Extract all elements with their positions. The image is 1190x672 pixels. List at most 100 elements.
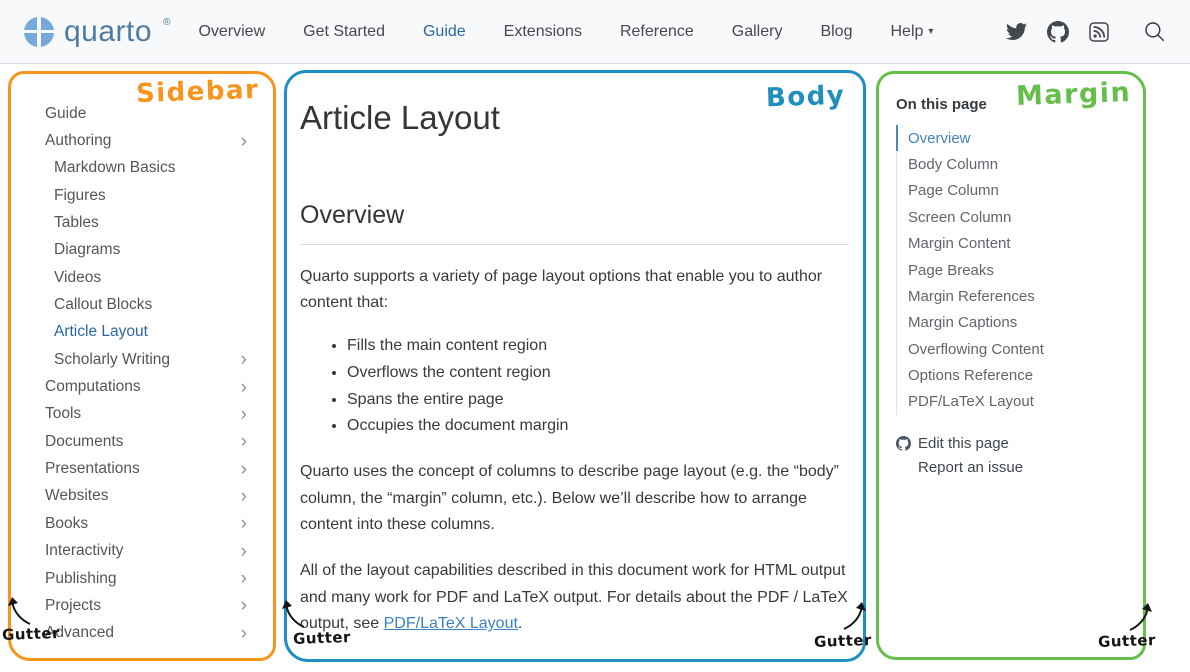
chevron-right-icon: › bbox=[241, 132, 247, 151]
nav-link[interactable]: Guide▾ bbox=[423, 23, 466, 41]
gutter-arrow-icon bbox=[840, 602, 866, 630]
chevron-right-icon: › bbox=[241, 596, 247, 615]
github-icon[interactable] bbox=[1047, 21, 1069, 43]
nav-link-label: Guide bbox=[423, 23, 466, 40]
nav-link[interactable]: Blog▾ bbox=[820, 23, 852, 41]
chevron-right-icon: › bbox=[241, 569, 247, 588]
sidebar-item[interactable]: Tools› bbox=[45, 401, 251, 428]
chevron-right-icon: › bbox=[241, 432, 247, 451]
toc-item[interactable]: Page Column bbox=[896, 178, 1131, 204]
sidebar-item[interactable]: Advanced› bbox=[45, 620, 251, 647]
sidebar-item[interactable]: Callout Blocks› bbox=[45, 291, 251, 318]
sidebar-item[interactable]: Projects › bbox=[45, 592, 251, 619]
toc-item[interactable]: Margin Captions bbox=[896, 310, 1131, 336]
toc-item[interactable]: Page Breaks bbox=[896, 257, 1131, 283]
paragraph: All of the layout capabilities described… bbox=[300, 558, 849, 638]
toc-extra: Edit this page Report an issue bbox=[896, 432, 1131, 476]
edit-this-page-link[interactable]: Edit this page bbox=[896, 432, 1131, 455]
sidebar-item[interactable]: Article Layout› bbox=[45, 319, 251, 346]
sidebar-item[interactable]: Documents› bbox=[45, 428, 251, 455]
toc-item[interactable]: Options Reference bbox=[896, 362, 1131, 388]
toc-item[interactable]: Margin Content bbox=[896, 231, 1131, 257]
sidebar-item[interactable]: Books› bbox=[45, 510, 251, 537]
sidebar-item-label: Tables bbox=[54, 214, 99, 232]
sidebar-item[interactable]: Publishing › bbox=[45, 565, 251, 592]
nav-link-label: Help bbox=[890, 23, 923, 40]
paragraph-text: All of the layout capabilities described… bbox=[300, 562, 848, 632]
sidebar-item[interactable]: Interactivity› bbox=[45, 538, 251, 565]
sidebar-item[interactable]: Presentations› bbox=[45, 455, 251, 482]
list-item: Occupies the document margin bbox=[347, 413, 849, 440]
sidebar-item[interactable]: Videos› bbox=[45, 264, 251, 291]
paragraph: Quarto uses the concept of columns to de… bbox=[300, 459, 849, 539]
chevron-right-icon: › bbox=[241, 514, 247, 533]
nav-link[interactable]: Extensions▾ bbox=[504, 23, 582, 41]
github-icon bbox=[896, 436, 911, 451]
sidebar-item-label: Markdown Basics bbox=[54, 159, 175, 177]
toc-item[interactable]: Margin References bbox=[896, 283, 1131, 309]
list-item: Spans the entire page bbox=[347, 387, 849, 414]
sidebar-item-label: Authoring bbox=[45, 132, 111, 150]
page: quarto ® Overview▾ Get Started▾ Guide▾ E… bbox=[0, 0, 1190, 672]
nav-link[interactable]: Reference▾ bbox=[620, 23, 694, 41]
quarto-logo[interactable]: quarto ® bbox=[24, 14, 170, 50]
sidebar-item-label: Publishing bbox=[45, 570, 117, 588]
navbar-links: Overview▾ Get Started▾ Guide▾ Extensions… bbox=[198, 23, 933, 41]
chevron-right-icon: › bbox=[241, 624, 247, 643]
toc-item[interactable]: Body Column bbox=[896, 151, 1131, 177]
toc-item[interactable]: Screen Column bbox=[896, 204, 1131, 230]
nav-link[interactable]: Gallery▾ bbox=[732, 23, 783, 41]
report-an-issue-link[interactable]: Report an issue bbox=[896, 455, 1131, 476]
nav-link[interactable]: Overview▾ bbox=[198, 23, 265, 41]
nav-link[interactable]: Help ▾ bbox=[890, 23, 933, 41]
paragraph-text: . bbox=[518, 615, 522, 632]
top-navbar: quarto ® Overview▾ Get Started▾ Guide▾ E… bbox=[0, 0, 1190, 64]
navbar-icons bbox=[1006, 20, 1166, 43]
sidebar-item-label: Guide bbox=[45, 105, 86, 123]
sidebar-item-label: Presentations bbox=[45, 460, 140, 478]
sidebar-item[interactable]: Websites › bbox=[45, 483, 251, 510]
quarto-logo-icon bbox=[24, 17, 54, 47]
sidebar-item[interactable]: Guide› bbox=[45, 100, 251, 127]
sidebar-item[interactable]: Markdown Basics› bbox=[45, 155, 251, 182]
sidebar-item[interactable]: Diagrams› bbox=[45, 237, 251, 264]
nav-link-label: Reference bbox=[620, 23, 694, 40]
sidebar-item-label: Article Layout bbox=[54, 323, 148, 341]
sidebar-item[interactable]: Scholarly Writing› bbox=[45, 346, 251, 373]
sidebar-item-label: Websites bbox=[45, 487, 108, 505]
chevron-right-icon: › bbox=[241, 487, 247, 506]
search-icon[interactable] bbox=[1143, 20, 1166, 43]
sidebar-item[interactable]: Authoring › bbox=[45, 127, 251, 154]
nav-link-label: Blog bbox=[820, 23, 852, 40]
toc-item[interactable]: Overflowing Content bbox=[896, 336, 1131, 362]
toc-item[interactable]: Overview bbox=[896, 125, 1131, 151]
toc-item[interactable]: PDF/LaTeX Layout bbox=[896, 389, 1131, 415]
gutter-arrow-icon bbox=[8, 597, 34, 625]
sidebar-item[interactable]: Tables› bbox=[45, 209, 251, 236]
brand-name: quarto bbox=[64, 14, 152, 50]
edit-this-page-label: Edit this page bbox=[918, 435, 1009, 452]
nav-link-label: Extensions bbox=[504, 23, 582, 40]
toc: On this page Overview Body Column Page C… bbox=[896, 96, 1131, 476]
nav-link-label: Get Started bbox=[303, 23, 385, 40]
gutter-annotation: Gutter bbox=[1098, 631, 1156, 651]
sidebar-item-label: Figures bbox=[54, 187, 106, 205]
gutter-arrow-icon bbox=[282, 600, 308, 628]
page-title: Article Layout bbox=[300, 99, 849, 137]
chevron-down-icon: ▾ bbox=[928, 26, 933, 37]
rss-icon[interactable] bbox=[1089, 22, 1109, 42]
sidebar-item-label: Tools bbox=[45, 405, 81, 423]
section-heading-overview: Overview bbox=[300, 201, 849, 245]
gutter-annotation: Gutter bbox=[293, 628, 351, 648]
sidebar-item[interactable]: Computations› bbox=[45, 373, 251, 400]
pdf-latex-layout-link[interactable]: PDF/LaTeX Layout bbox=[384, 615, 518, 632]
bullet-list: Fills the main content region Overflows … bbox=[300, 333, 849, 441]
twitter-icon[interactable] bbox=[1006, 21, 1027, 42]
nav-link-label: Overview bbox=[198, 23, 265, 40]
list-item: Overflows the content region bbox=[347, 360, 849, 387]
sidebar-item[interactable]: Figures› bbox=[45, 182, 251, 209]
sidebar-item-label: Projects bbox=[45, 597, 101, 615]
sidebar-item-label: Callout Blocks bbox=[54, 296, 152, 314]
gutter-annotation: Gutter bbox=[2, 624, 60, 644]
nav-link[interactable]: Get Started▾ bbox=[303, 23, 385, 41]
